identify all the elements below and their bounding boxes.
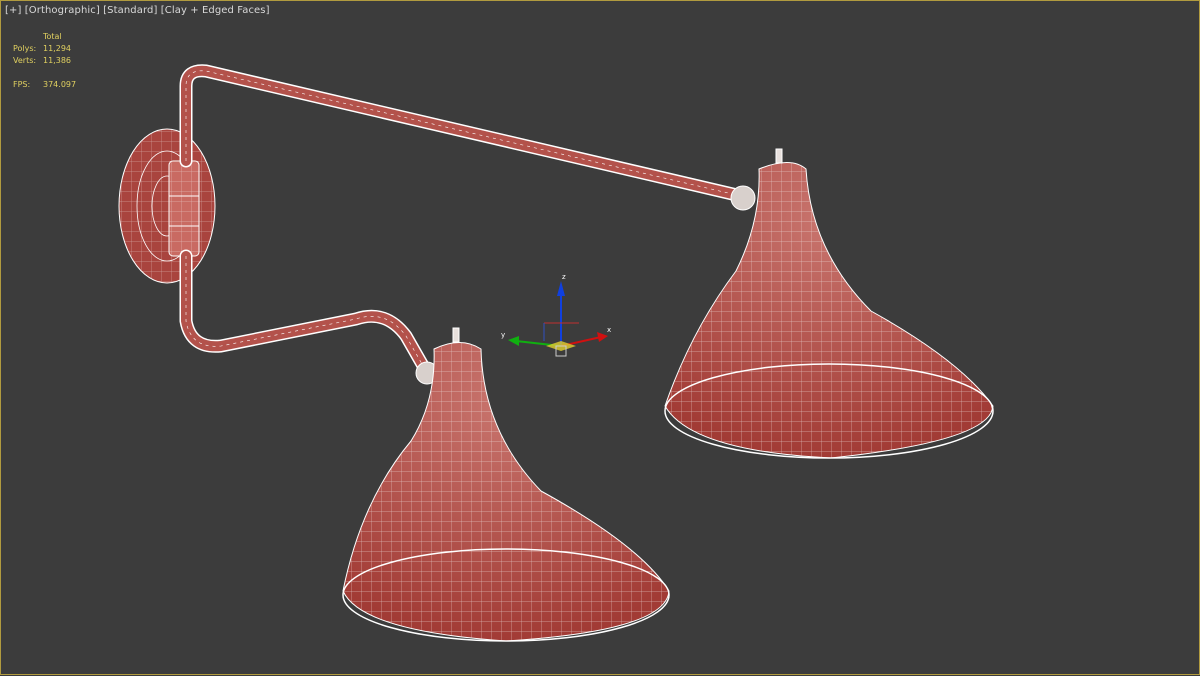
upper-arm[interactable] xyxy=(179,64,756,211)
lamp-shade-left[interactable] xyxy=(342,327,670,642)
y-axis-label: y xyxy=(501,331,505,339)
y-axis-arrow xyxy=(508,336,519,346)
lower-arm[interactable] xyxy=(179,249,439,385)
z-axis-arrow xyxy=(557,281,565,296)
z-axis-label: z xyxy=(562,273,566,281)
x-axis-label: x xyxy=(607,326,611,334)
wall-plate[interactable] xyxy=(118,128,216,284)
viewport[interactable]: [+] [Orthographic] [Standard] [Clay + Ed… xyxy=(0,0,1200,675)
transform-gizmo[interactable]: z x y xyxy=(501,273,611,357)
scene-canvas[interactable]: z x y xyxy=(1,1,1200,676)
